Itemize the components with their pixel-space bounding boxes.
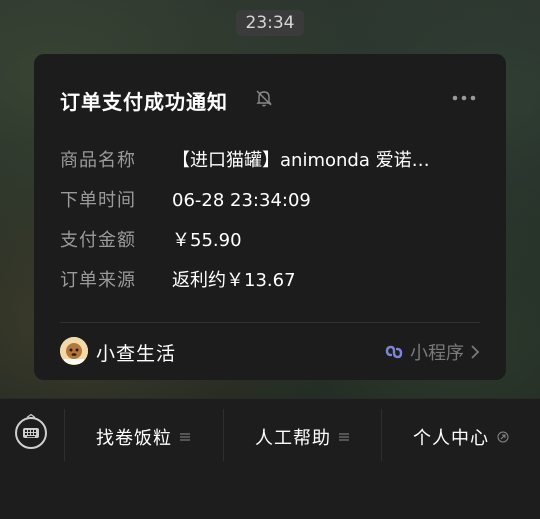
tab-label: 个人中心	[413, 428, 489, 449]
link-icon	[497, 431, 509, 443]
tab-separator	[64, 409, 65, 461]
row-product-name: 商品名称 【进口猫罐】animonda 爱诺…	[60, 146, 430, 172]
row-value: 返利约￥13.67	[172, 270, 296, 291]
tab-separator	[223, 409, 224, 461]
bell-slash-icon	[256, 90, 272, 107]
bottom-menu-bar: 找卷饭粒 人工帮助 个人中心	[0, 398, 540, 519]
more-dots-icon[interactable]	[451, 94, 477, 102]
mini-program-tag-label: 小程序	[410, 343, 464, 364]
row-label: 支付金额	[60, 230, 136, 251]
tab-personal-center[interactable]: 个人中心	[413, 421, 509, 453]
row-label: 下单时间	[60, 190, 136, 211]
card-divider	[60, 322, 480, 323]
mini-program-tag[interactable]: 小程序	[384, 339, 480, 365]
notification-card[interactable]: 订单支付成功通知 商品名称 【进口猫罐】animonda 爱诺… 下单时间 06-2…	[34, 54, 506, 380]
row-label: 订单来源	[60, 270, 136, 291]
timestamp-pill: 23:34	[236, 10, 304, 36]
tab-human-help[interactable]: 人工帮助	[255, 421, 349, 453]
tab-separator	[381, 409, 382, 461]
menu-lines-icon	[339, 433, 349, 441]
mini-program-link-icon	[385, 345, 403, 359]
card-title: 订单支付成功通知	[60, 90, 228, 114]
mini-program-avatar	[60, 337, 88, 365]
row-value: 06-28 23:34:09	[172, 190, 311, 211]
menu-lines-icon	[180, 433, 190, 441]
row-value: 【进口猫罐】animonda 爱诺…	[172, 150, 430, 171]
row-value: ￥55.90	[172, 230, 242, 251]
row-payment-amount: 支付金额 ￥55.90	[60, 226, 242, 252]
tab-label: 找卷饭粒	[96, 428, 172, 449]
row-order-source: 订单来源 返利约￥13.67	[60, 266, 296, 292]
chevron-right-icon	[471, 345, 480, 359]
row-label: 商品名称	[60, 150, 136, 171]
chevron-up-icon	[26, 414, 36, 418]
keyboard-icon	[23, 428, 39, 438]
tab-label: 人工帮助	[255, 428, 331, 449]
keyboard-toggle-button[interactable]	[15, 417, 47, 449]
mini-program-name[interactable]: 小查生活	[96, 339, 176, 366]
row-order-time: 下单时间 06-28 23:34:09	[60, 186, 311, 212]
tab-find-coupons[interactable]: 找卷饭粒	[96, 421, 190, 453]
